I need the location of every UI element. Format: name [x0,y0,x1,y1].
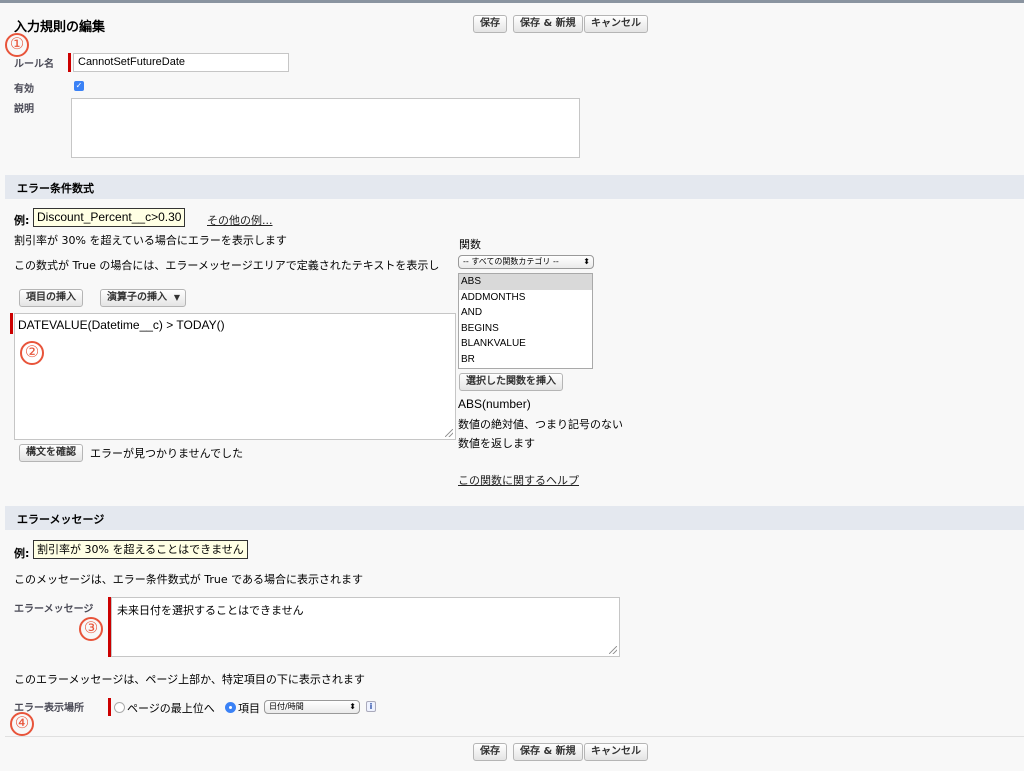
formula-section-header: エラー条件数式 [5,175,1024,199]
active-checkbox[interactable]: ✓ [74,81,84,91]
function-description: 数値の絶対値、つまり記号のない数値を返します [458,418,623,450]
marker-3: ③ [79,617,103,641]
function-list-item[interactable]: ADDMONTHS [459,290,592,306]
function-list-item[interactable]: ABS [459,274,592,290]
message-condition-description: このメッセージは、エラー条件数式が True である場合に表示されます [14,573,364,586]
functions-label: 関数 [459,238,481,251]
resize-handle-icon[interactable] [445,429,453,437]
function-category-select[interactable]: -- すべての関数カテゴリ -- ⬍ [458,255,594,269]
description-label: 説明 [14,104,34,115]
rule-name-label: ルール名 [14,59,54,70]
active-label: 有効 [14,84,34,95]
insert-operator-label: 演算子の挿入 [107,292,167,303]
function-help-link[interactable]: この関数に関するヘルプ [458,472,579,488]
select-arrow-icon: ⬍ [349,702,356,711]
formula-editor[interactable]: DATEVALUE(Datetime__c) > TODAY() [14,313,456,440]
error-field-select[interactable]: 日付/時間 ⬍ [264,700,360,714]
formula-instruction: この数式が True の場合には、エラーメッセージエリアで定義されたテキストを表… [14,259,440,272]
more-examples-link[interactable]: その他の例... [207,212,273,228]
save-new-button[interactable]: 保存 & 新規 [513,15,583,33]
location-top-radio[interactable] [114,702,125,713]
footer-cancel-button[interactable]: キャンセル [584,743,648,761]
insert-field-button[interactable]: 項目の挿入 [19,289,83,307]
cancel-button[interactable]: キャンセル [584,15,648,33]
formula-text: DATEVALUE(Datetime__c) > TODAY() [18,318,225,332]
marker-4: ④ [10,712,34,736]
rule-name-input[interactable]: CannotSetFutureDate [73,53,289,72]
check-syntax-button[interactable]: 構文を確認 [19,444,83,462]
message-section-title: エラーメッセージ [17,513,105,526]
info-icon[interactable]: i [366,701,376,712]
function-list-item[interactable]: AND [459,305,592,321]
function-list-item[interactable]: BLANKVALUE [459,336,592,352]
resize-handle-icon[interactable] [609,646,617,654]
marker-2: ② [20,341,44,365]
location-field-radio[interactable] [225,702,236,713]
message-section-header: エラーメッセージ [5,506,1024,530]
description-textarea[interactable] [71,98,580,158]
required-marker [68,53,71,72]
formula-example-label: 例: [14,214,30,227]
error-message-label: エラーメッセージ [14,604,94,615]
formula-example-value: Discount_Percent__c>0.30 [33,208,186,227]
dropdown-arrow-icon: ▼ [173,293,180,302]
formula-example-description: 割引率が 30% を超えている場合にエラーを表示します [14,234,287,247]
top-border [0,0,1024,3]
error-field-value: 日付/時間 [269,702,304,711]
function-list-item[interactable]: BEGINS [459,321,592,337]
function-category-value: -- すべての関数カテゴリ -- [463,257,559,266]
footer-save-new-button[interactable]: 保存 & 新規 [513,743,583,761]
footer-save-button[interactable]: 保存 [473,743,507,761]
function-signature: ABS(number) [458,397,531,411]
required-marker [10,313,13,334]
save-button[interactable]: 保存 [473,15,507,33]
required-marker [108,698,111,716]
insert-operator-button[interactable]: 演算子の挿入 ▼ [100,289,186,307]
marker-1: ① [5,33,29,57]
location-field-label: 項目 [238,702,260,715]
footer-divider [5,736,1024,737]
function-list[interactable]: ABS ADDMONTHS AND BEGINS BLANKVALUE BR [458,273,593,369]
syntax-result: エラーが見つかりませんでした [90,447,244,460]
location-top-label: ページの最上位へ [127,702,215,715]
message-example-label: 例: [14,547,30,560]
error-message-text: 未来日付を選択することはできません [117,604,304,617]
function-list-item[interactable]: BR [459,352,592,368]
formula-section-title: エラー条件数式 [17,182,94,195]
insert-function-button[interactable]: 選択した関数を挿入 [459,373,563,391]
message-example-value: 割引率が 30% を超えることはできません [33,540,248,559]
page-title: 入力規則の編集 [14,20,106,35]
select-arrow-icon: ⬍ [583,257,590,266]
location-description: このエラーメッセージは、ページ上部か、特定項目の下に表示されます [14,673,365,686]
error-message-textarea[interactable]: 未来日付を選択することはできません [111,597,620,657]
